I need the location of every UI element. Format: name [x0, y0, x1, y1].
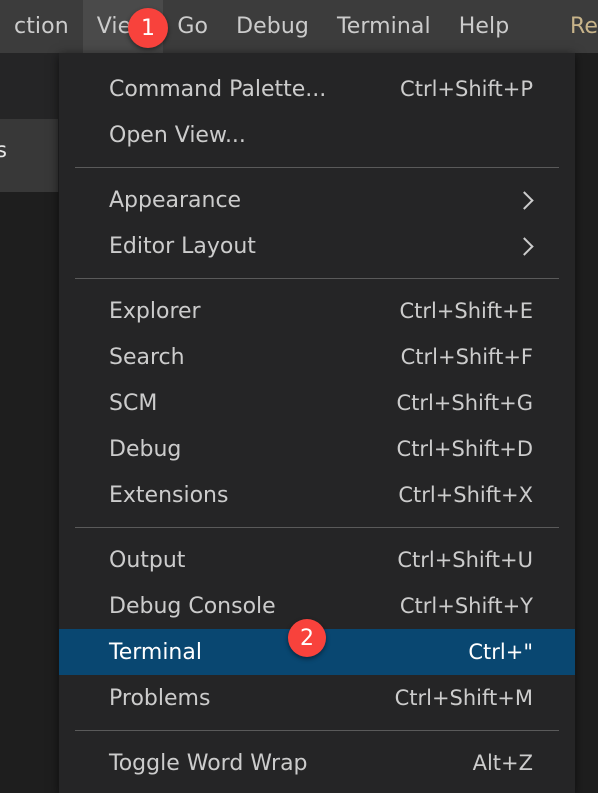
- menu-item-label: Debug Console: [109, 593, 276, 619]
- menubar-item-go[interactable]: Go: [163, 0, 222, 53]
- menu-item-problems[interactable]: Problems Ctrl+Shift+M: [59, 675, 575, 721]
- menu-item-editor-layout[interactable]: Editor Layout: [59, 223, 575, 269]
- menu-separator: [75, 527, 559, 528]
- menu-separator: [75, 167, 559, 168]
- menu-item-scm[interactable]: SCM Ctrl+Shift+G: [59, 380, 575, 426]
- menubar-item-ction[interactable]: ction: [0, 0, 83, 53]
- menu-item-label: Explorer: [109, 298, 201, 324]
- menu-item-label: Toggle Word Wrap: [109, 750, 308, 776]
- menu-item-explorer[interactable]: Explorer Ctrl+Shift+E: [59, 288, 575, 334]
- menubar-item-right-clipped[interactable]: Re: [556, 0, 598, 53]
- menu-item-label: Appearance: [109, 187, 242, 213]
- menu-item-shortcut: Ctrl+Shift+U: [397, 548, 533, 572]
- menu-item-command-palette[interactable]: Command Palette... Ctrl+Shift+P: [59, 66, 575, 112]
- menu-item-output[interactable]: Output Ctrl+Shift+U: [59, 537, 575, 583]
- menu-item-label: Search: [109, 344, 185, 370]
- menu-item-label: SCM: [109, 390, 158, 416]
- menu-item-shortcut: Alt+Z: [472, 751, 533, 775]
- annotation-badge-2: 2: [288, 619, 326, 657]
- menu-item-appearance[interactable]: Appearance: [59, 177, 575, 223]
- editor-tab-active-label: s: [0, 138, 7, 162]
- menu-item-shortcut: Ctrl+Shift+P: [400, 77, 533, 101]
- menu-item-toggle-minimap[interactable]: ✓Toggle Minimap: [59, 786, 575, 793]
- menu-item-label: Terminal: [109, 639, 202, 665]
- vscode-window: s ction View Go Debug Terminal Help Re Command…: [0, 0, 598, 793]
- menu-item-debug[interactable]: Debug Ctrl+Shift+D: [59, 426, 575, 472]
- menu-separator: [75, 730, 559, 731]
- chevron-right-icon: [517, 238, 533, 254]
- menu-item-shortcut: Ctrl+": [468, 640, 533, 664]
- menu-bar: ction View Go Debug Terminal Help Re: [0, 0, 598, 53]
- editor-background: [0, 192, 60, 793]
- menubar-item-help[interactable]: Help: [445, 0, 524, 53]
- menu-item-label: Debug: [109, 436, 182, 462]
- menu-item-label: Command Palette...: [109, 76, 327, 102]
- menu-item-label: Open View...: [109, 122, 246, 148]
- view-dropdown-menu: Command Palette... Ctrl+Shift+P Open View.…: [59, 53, 575, 793]
- menu-item-extensions[interactable]: Extensions Ctrl+Shift+X: [59, 472, 575, 518]
- menu-item-shortcut: Ctrl+Shift+G: [396, 391, 533, 415]
- menu-separator: [75, 278, 559, 279]
- menu-item-shortcut: Ctrl+Shift+E: [399, 299, 533, 323]
- menu-item-toggle-word-wrap[interactable]: Toggle Word Wrap Alt+Z: [59, 740, 575, 786]
- menu-item-label: Output: [109, 547, 186, 573]
- menu-item-open-view[interactable]: Open View...: [59, 112, 575, 158]
- menu-item-label: Editor Layout: [109, 233, 256, 259]
- menu-item-shortcut: Ctrl+Shift+F: [400, 345, 533, 369]
- menubar-item-debug[interactable]: Debug: [222, 0, 323, 53]
- menubar-item-terminal[interactable]: Terminal: [323, 0, 445, 53]
- chevron-right-icon: [517, 192, 533, 208]
- menu-item-label: Problems: [109, 685, 211, 711]
- annotation-badge-1: 1: [128, 8, 168, 48]
- menu-item-shortcut: Ctrl+Shift+X: [398, 483, 533, 507]
- menu-item-search[interactable]: Search Ctrl+Shift+F: [59, 334, 575, 380]
- menu-item-shortcut: Ctrl+Shift+Y: [399, 594, 533, 618]
- menu-item-shortcut: Ctrl+Shift+D: [396, 437, 533, 461]
- menu-item-shortcut: Ctrl+Shift+M: [394, 686, 533, 710]
- menu-item-label: Extensions: [109, 482, 229, 508]
